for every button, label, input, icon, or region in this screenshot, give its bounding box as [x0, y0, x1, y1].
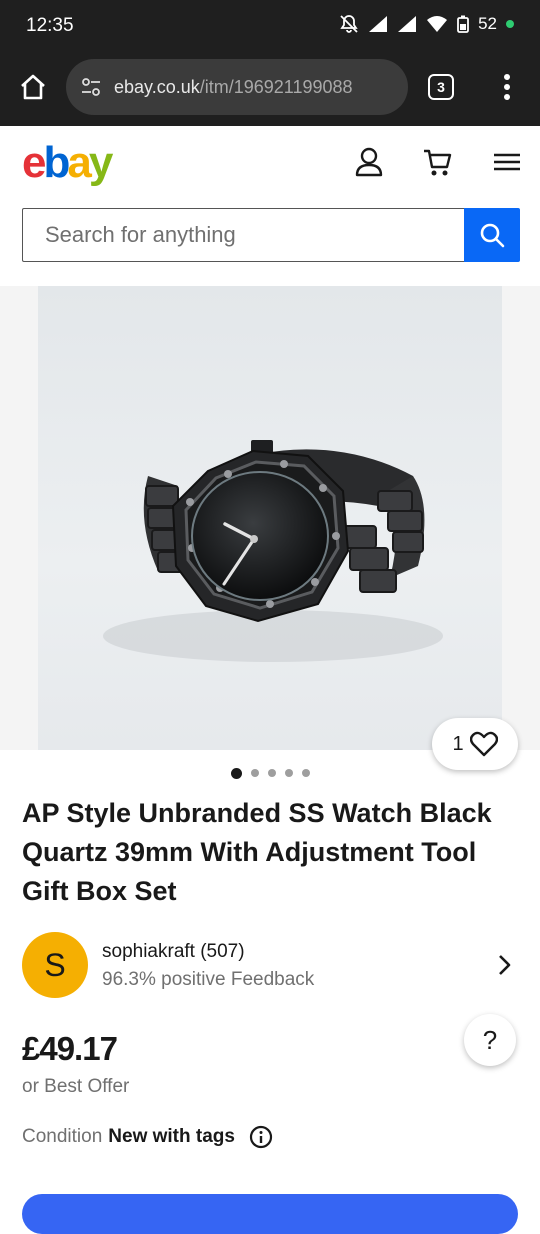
browser-menu-icon[interactable]: [500, 72, 514, 102]
product-gallery[interactable]: [0, 286, 540, 750]
product-image[interactable]: [38, 286, 502, 750]
like-count: 1: [452, 732, 464, 755]
url-text: ebay.co.uk/itm/196921199088: [114, 77, 353, 98]
home-icon[interactable]: [18, 72, 48, 102]
gallery-dot-1[interactable]: [230, 767, 242, 779]
cart-icon[interactable]: [422, 146, 452, 178]
gallery-dot-4[interactable]: [284, 769, 293, 777]
seller-name: sophiakraft (507): [102, 941, 245, 962]
search-icon: [480, 223, 505, 248]
best-offer-text: or Best Offer: [22, 1076, 130, 1097]
status-bar: 12:35 52: [0, 0, 540, 54]
site-header: ebay: [0, 126, 540, 286]
condition-value: New with tags: [108, 1126, 235, 1147]
status-icons: 52: [339, 14, 514, 34]
status-time: 12:35: [26, 15, 74, 36]
seller-card[interactable]: S sophiakraft (507) 96.3% positive Feedb…: [22, 932, 522, 998]
url-domain: ebay.co.uk: [114, 76, 200, 97]
product-title: AP Style Unbranded SS Watch Black Quartz…: [22, 798, 492, 906]
site-settings-icon[interactable]: [80, 76, 102, 98]
wifi-icon: [427, 16, 448, 32]
search-field[interactable]: [22, 208, 464, 262]
battery-level: 52: [478, 14, 497, 33]
signal-icon: [369, 16, 388, 32]
search-input[interactable]: [23, 209, 447, 261]
info-icon[interactable]: [249, 1125, 273, 1149]
gallery-dot-5[interactable]: [301, 769, 310, 777]
help-button[interactable]: ?: [464, 1014, 516, 1066]
seller-avatar: S: [22, 932, 88, 998]
browser-toolbar: ebay.co.uk/itm/196921199088 3: [0, 54, 540, 126]
hamburger-menu-icon[interactable]: [492, 146, 522, 178]
heart-icon: [469, 731, 498, 757]
battery-icon: [457, 15, 469, 33]
ebay-logo[interactable]: ebay: [22, 138, 113, 188]
bell-off-icon: [340, 15, 358, 33]
url-path: /itm/196921199088: [199, 76, 353, 97]
gallery-pagination: [0, 767, 540, 779]
watch-count-button[interactable]: 1: [432, 718, 518, 770]
buy-it-now-button[interactable]: [22, 1194, 518, 1234]
chevron-right-icon: [499, 955, 511, 975]
tab-switcher-button[interactable]: 3: [428, 74, 454, 100]
product-price: £49.17: [22, 1030, 118, 1067]
seller-feedback: 96.3% positive Feedback: [102, 969, 315, 990]
condition-row: Condition New with tags: [22, 1125, 273, 1149]
gallery-dot-2[interactable]: [250, 769, 259, 777]
address-bar[interactable]: ebay.co.uk/itm/196921199088: [66, 59, 408, 115]
signal-icon-2: [398, 16, 417, 32]
privacy-dot: [506, 20, 514, 28]
tab-count: 3: [437, 79, 445, 95]
gallery-dot-3[interactable]: [267, 769, 276, 777]
watch-image: [103, 440, 443, 662]
search-button[interactable]: [464, 208, 520, 262]
condition-label: Condition: [22, 1126, 103, 1147]
account-icon[interactable]: [354, 146, 384, 178]
